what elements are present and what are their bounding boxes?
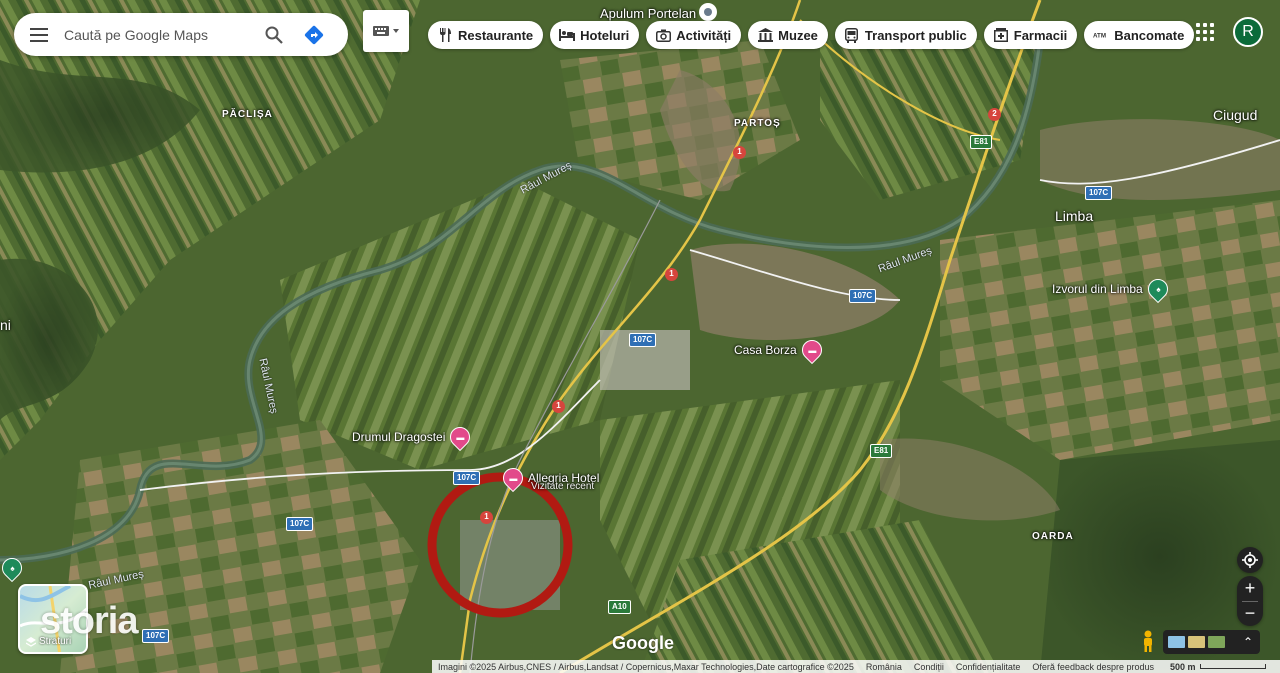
- privacy-link[interactable]: Confidențialitate: [950, 662, 1027, 672]
- road-shield-107c: 107C: [849, 289, 877, 303]
- zoom-control: + −: [1237, 576, 1263, 626]
- search-button[interactable]: [254, 15, 294, 55]
- poi-sublabel: Vizitate recent: [531, 481, 595, 492]
- fork-knife-icon: [437, 27, 453, 43]
- bed-icon: [559, 27, 576, 43]
- bus-icon: [844, 27, 860, 43]
- transit-station-icon[interactable]: [699, 3, 717, 21]
- feedback-link[interactable]: Oferă feedback despre produs: [1026, 662, 1160, 672]
- country-link[interactable]: România: [860, 662, 908, 672]
- menu-button[interactable]: [14, 13, 64, 56]
- account-avatar[interactable]: R: [1233, 17, 1263, 47]
- road-shield-107c: 107C: [453, 471, 481, 485]
- hotel-pin-icon: ▬: [797, 335, 826, 365]
- chip-label: Transport public: [864, 27, 967, 43]
- hotel-pin-icon: ▬: [498, 463, 528, 493]
- road-shield-107c: 107C: [629, 333, 657, 347]
- poi-casa-borza[interactable]: Casa Borza ▬: [734, 335, 826, 365]
- chevron-down-icon: [393, 29, 399, 33]
- poi-label: Casa Borza: [734, 343, 797, 357]
- attribution-bar: Imagini ©2025 Airbus,CNES / Airbus,Lands…: [432, 660, 1280, 673]
- poi-izvorul-din-limba[interactable]: Izvorul din Limba ♠: [1052, 274, 1172, 304]
- road-shield-1: 1: [552, 400, 565, 413]
- poi-label: Drumul Dragostei: [352, 430, 446, 444]
- road-shield-2: 2: [988, 108, 1001, 121]
- museum-icon: [757, 27, 773, 43]
- svg-text:ATM: ATM: [1093, 33, 1106, 40]
- place-label-left-cut: ni: [0, 317, 11, 333]
- place-label-paclisa: PĂCLIȘA: [222, 109, 273, 120]
- zoom-in-button[interactable]: +: [1237, 577, 1263, 601]
- storia-watermark: storia: [40, 600, 138, 642]
- imagery-credits: Imagini ©2025 Airbus,CNES / Airbus,Lands…: [438, 661, 854, 672]
- pegman-street-view-icon[interactable]: [1139, 630, 1157, 652]
- poi-label: Izvorul din Limba: [1052, 282, 1143, 296]
- chip-hotels[interactable]: Hoteluri: [550, 21, 640, 49]
- park-pin-icon: ♠: [1143, 274, 1172, 304]
- place-label-ciugud: Ciugud: [1213, 107, 1258, 123]
- road-shield-a10: A10: [608, 600, 631, 614]
- chip-activities[interactable]: Activități: [646, 21, 742, 49]
- search-box[interactable]: [14, 13, 348, 56]
- chip-label: Farmacii: [1013, 27, 1068, 43]
- road-shield-1: 1: [480, 511, 493, 524]
- layer-thumb-terrain[interactable]: [1188, 636, 1205, 648]
- scale-line: [1199, 664, 1266, 669]
- poi-allegria-hotel[interactable]: ▬ Allegria Hotel Vizitate recent: [498, 463, 599, 493]
- place-label-limba: Limba: [1055, 208, 1094, 224]
- place-label-partos: PARTOȘ: [734, 118, 781, 129]
- chip-label: Hoteluri: [580, 27, 630, 43]
- road-shield-1: 1: [733, 146, 746, 159]
- pharmacy-icon: [993, 27, 1009, 43]
- place-label-oarda: OARDA: [1032, 531, 1074, 542]
- atm-icon: ATM: [1093, 27, 1109, 43]
- chip-label: Restaurante: [458, 27, 534, 43]
- input-tools-button[interactable]: [363, 10, 409, 52]
- poi-drumul-dragostei[interactable]: Drumul Dragostei ▬: [352, 422, 475, 452]
- terms-link[interactable]: Condiții: [908, 662, 950, 672]
- road-shield-107c: 107C: [286, 517, 314, 531]
- place-label-apulum: Apulum Portelan: [600, 6, 697, 21]
- road-shield-e81: E81: [970, 135, 993, 149]
- directions-button[interactable]: [294, 15, 334, 55]
- map-type-bar[interactable]: ⌃: [1163, 630, 1260, 654]
- layer-thumb-transit[interactable]: [1168, 636, 1185, 648]
- my-location-button[interactable]: [1237, 547, 1263, 573]
- scale-label: 500 m: [1170, 661, 1196, 672]
- road-shield-e81: E81: [870, 444, 893, 458]
- chip-museums[interactable]: Muzee: [748, 21, 828, 49]
- apps-grid-icon: [1196, 23, 1200, 27]
- satellite-map[interactable]: Apulum Portelan PĂCLIȘA PARTOȘ Ciugud Li…: [0, 0, 1280, 673]
- chip-restaurants[interactable]: Restaurante: [428, 21, 544, 49]
- zoom-out-button[interactable]: −: [1237, 602, 1263, 626]
- search-icon: [265, 26, 283, 44]
- chip-label: Muzee: [778, 27, 818, 43]
- road-shield-1: 1: [665, 268, 678, 281]
- chevron-up-icon[interactable]: ⌃: [1236, 635, 1260, 649]
- keyboard-icon: [373, 26, 389, 36]
- google-apps-button[interactable]: [1193, 20, 1217, 44]
- poi-left-edge[interactable]: ♠: [0, 553, 27, 583]
- hamburger-icon: [30, 27, 48, 42]
- chip-label: Activități: [676, 27, 732, 43]
- hotel-pin-icon: ▬: [446, 422, 475, 452]
- chip-atms[interactable]: ATM Bancomate: [1084, 21, 1195, 49]
- camera-icon: [655, 27, 671, 43]
- road-shield-107c: 107C: [142, 629, 170, 643]
- search-input[interactable]: [64, 26, 254, 43]
- road-shield-107c: 107C: [1085, 186, 1113, 200]
- crosshair-icon: [1242, 552, 1258, 568]
- chip-label: Bancomate: [1114, 27, 1185, 43]
- layers-icon: [26, 636, 36, 647]
- directions-icon: [304, 25, 324, 44]
- category-chips: Restaurante Hoteluri Activități Muzee Tr…: [428, 21, 1195, 49]
- chip-pharmacies[interactable]: Farmacii: [983, 21, 1078, 49]
- google-logo: Google: [612, 633, 674, 653]
- scale-bar[interactable]: 500 m: [1164, 662, 1272, 672]
- layer-thumb-satellite[interactable]: [1208, 636, 1225, 648]
- chip-public-transport[interactable]: Transport public: [834, 21, 977, 49]
